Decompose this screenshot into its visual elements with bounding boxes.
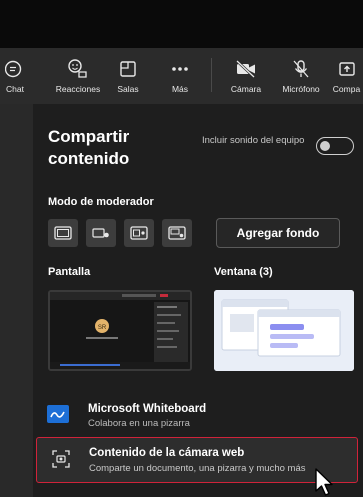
screen-preview-image: SR bbox=[50, 292, 190, 369]
toggle-knob bbox=[320, 140, 330, 151]
reactions-icon bbox=[67, 58, 89, 80]
whiteboard-subtitle: Colabora en una pizarra bbox=[88, 418, 190, 429]
screen-thumb-avatar: SR bbox=[98, 325, 107, 331]
panel-title: Compartir contenido bbox=[48, 127, 130, 168]
side-by-side-icon bbox=[130, 226, 148, 240]
toolbar-share-button[interactable]: Compa bbox=[330, 48, 363, 104]
toolbar-more-label: Más bbox=[171, 84, 189, 94]
toolbar-chat-label: Chat bbox=[6, 84, 24, 94]
include-sound-label: Incluir sonido del equipo bbox=[202, 135, 305, 146]
content-only-mode-button[interactable] bbox=[48, 219, 78, 247]
standout-icon bbox=[92, 228, 109, 238]
toolbar-camera-button[interactable]: Cámara bbox=[226, 48, 266, 104]
mic-off-icon bbox=[290, 58, 312, 80]
title-bar bbox=[0, 0, 363, 48]
standout-mode-button[interactable] bbox=[86, 219, 116, 247]
toolbar-rooms-label: Salas bbox=[117, 84, 139, 94]
presenter-mode-label: Modo de moderador bbox=[48, 196, 154, 208]
toolbar-separator bbox=[211, 58, 212, 92]
more-icon bbox=[169, 58, 191, 80]
whiteboard-icon bbox=[47, 405, 69, 423]
toolbar-mic-label: Micrófono bbox=[282, 84, 320, 94]
toolbar-mic-button[interactable]: Micrófono bbox=[275, 48, 327, 104]
mouse-cursor-icon bbox=[314, 467, 336, 497]
webcam-content-option[interactable]: Contenido de la cámara web Comparte un d… bbox=[36, 437, 358, 483]
webcam-content-subtitle: Comparte un documento, una pizarra y muc… bbox=[89, 463, 306, 474]
whiteboard-option[interactable]: Microsoft Whiteboard Colabora en una piz… bbox=[33, 395, 363, 435]
screen-section-label: Pantalla bbox=[48, 266, 91, 278]
share-icon bbox=[336, 58, 358, 80]
chat-pane-edge bbox=[0, 104, 33, 497]
toolbar-reactions-button[interactable]: Reacciones bbox=[48, 48, 108, 104]
content-only-icon bbox=[54, 226, 72, 240]
webcam-content-title: Contenido de la cámara web bbox=[89, 447, 245, 459]
camera-frame-icon bbox=[52, 450, 70, 468]
toolbar-rooms-button[interactable]: Salas bbox=[110, 48, 146, 104]
whiteboard-title: Microsoft Whiteboard bbox=[88, 403, 207, 415]
toolbar-chat-button[interactable]: Chat bbox=[0, 48, 30, 104]
window-share-thumbnail[interactable] bbox=[214, 290, 354, 371]
reporter-mode-button[interactable] bbox=[162, 219, 192, 247]
breakout-rooms-icon bbox=[117, 58, 139, 80]
meeting-toolbar: Chat Reacciones Salas Más Cámara Micrófo… bbox=[0, 48, 363, 104]
toolbar-share-label: Compa bbox=[332, 84, 361, 94]
chat-icon bbox=[4, 58, 26, 80]
toolbar-more-button[interactable]: Más bbox=[164, 48, 196, 104]
window-section-label: Ventana (3) bbox=[214, 266, 273, 278]
add-background-button[interactable]: Agregar fondo bbox=[216, 218, 340, 248]
reporter-icon bbox=[168, 226, 186, 240]
toolbar-reactions-label: Reacciones bbox=[55, 84, 101, 94]
window-preview-image bbox=[214, 290, 354, 371]
include-sound-toggle[interactable] bbox=[316, 137, 354, 155]
toolbar-camera-label: Cámara bbox=[230, 84, 262, 94]
side-by-side-mode-button[interactable] bbox=[124, 219, 154, 247]
camera-off-icon bbox=[235, 58, 257, 80]
screen-share-thumbnail[interactable]: SR bbox=[48, 290, 192, 371]
